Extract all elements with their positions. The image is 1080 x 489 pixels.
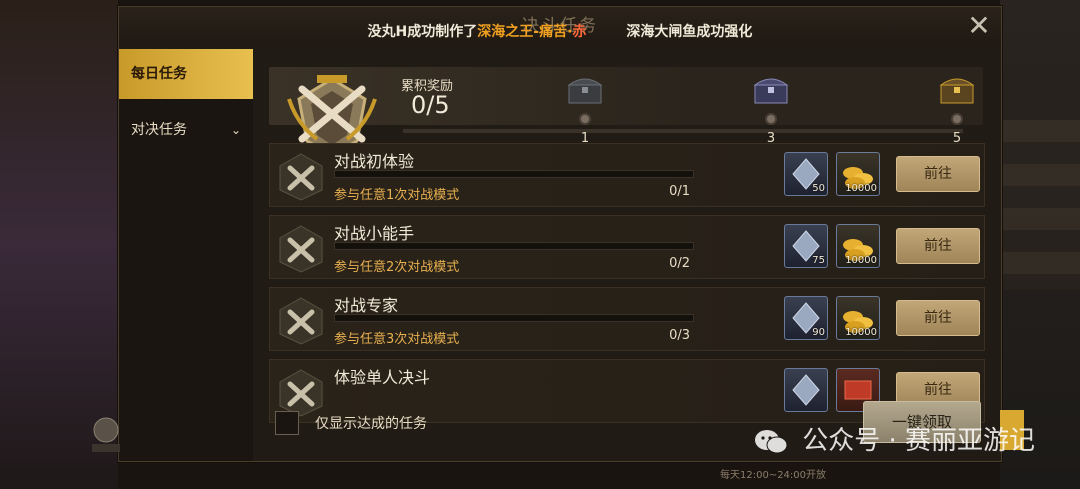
wechat-icon	[755, 429, 788, 453]
sidebar: 每日任务 对决任务 ⌄	[119, 49, 253, 461]
tab-daily-tasks[interactable]: 每日任务	[119, 49, 253, 99]
character-avatar-icon	[92, 417, 120, 452]
close-button[interactable]: ✕	[963, 11, 995, 43]
go-button[interactable]: 前往	[896, 300, 980, 336]
chest-gold-icon	[939, 78, 975, 104]
task-progress: 0/2	[669, 256, 690, 271]
tab-duel-tasks[interactable]: 对决任务 ⌄	[119, 105, 253, 155]
gold-coins-icon[interactable]: 10000	[836, 296, 880, 340]
notice-suffix: 赤	[572, 24, 587, 40]
cumulative-reward-strip: 累积奖励 0/5 1 3 5	[269, 67, 983, 157]
chest-purple-icon	[753, 78, 789, 104]
milestone-1[interactable]: 1	[555, 73, 615, 146]
reward-progress-track	[403, 129, 963, 133]
crystal-icon[interactable]: 50	[784, 152, 828, 196]
reward-quantity: 10000	[845, 327, 877, 338]
task-description: 参与任意2次对战模式	[334, 260, 460, 275]
tab-label: 每日任务	[131, 66, 187, 82]
task-progress: 0/3	[669, 328, 690, 343]
reward-quantity: 75	[812, 255, 825, 266]
task-content: 累积奖励 0/5 1 3 5 对战初体验 参与任意1次对战模式 0/1 50 1…	[259, 49, 995, 453]
milestone-dot	[765, 113, 777, 125]
duel-task-modal: 决斗任务 没丸H成功制作了深海之王-痛苦·赤 深海大闸鱼成功强化 ✕ 每日任务 对…	[118, 6, 1002, 462]
watermark: 公众号 · 赛丽亚游记	[754, 420, 1035, 460]
go-button[interactable]: 前往	[896, 156, 980, 192]
task-progress-bar	[334, 170, 694, 178]
task-row: 对战初体验 参与任意1次对战模式 0/1 50 10000 前往	[269, 143, 985, 207]
show-completed-label: 仅显示达成的任务	[315, 416, 427, 432]
chevron-down-icon: ⌄	[230, 123, 241, 137]
modal-header: 决斗任务 没丸H成功制作了深海之王-痛苦·赤 深海大闸鱼成功强化 ✕	[119, 7, 1001, 47]
crystal-icon[interactable]: 75	[784, 224, 828, 268]
show-completed-checkbox[interactable]	[275, 411, 299, 435]
milestone-5[interactable]: 5	[927, 73, 987, 146]
task-list[interactable]: 对战初体验 参与任意1次对战模式 0/1 50 10000 前往 对战小能手 参…	[269, 143, 985, 433]
task-description: 参与任意1次对战模式	[334, 188, 460, 203]
tab-label: 对决任务	[131, 122, 187, 138]
milestone-3[interactable]: 3	[741, 73, 801, 146]
task-description: 参与任意3次对战模式	[334, 332, 460, 347]
task-progress-bar	[334, 314, 694, 322]
task-progress: 0/1	[669, 184, 690, 199]
crystal-icon[interactable]: 90	[784, 296, 828, 340]
milestone-dot	[579, 113, 591, 125]
task-row: 对战专家 参与任意3次对战模式 0/3 90 10000 前往	[269, 287, 985, 351]
notice-second: 深海大闸鱼成功强化	[626, 24, 753, 40]
watermark-text: 公众号 · 赛丽亚游记	[802, 426, 1036, 456]
duel-task-icon	[279, 297, 323, 345]
task-name: 体验单人决斗	[334, 368, 431, 387]
duel-task-icon	[279, 225, 323, 273]
task-name: 对战专家	[334, 296, 399, 315]
chest-dark-icon	[567, 78, 603, 104]
task-row: 对战小能手 参与任意2次对战模式 0/2 75 10000 前往	[269, 215, 985, 279]
go-button[interactable]: 前往	[896, 228, 980, 264]
task-name: 对战小能手	[334, 224, 415, 243]
task-name: 对战初体验	[334, 152, 415, 171]
footer-note: 每天12:00~24:00开放	[720, 470, 827, 481]
reward-quantity: 50	[812, 183, 825, 194]
reward-quantity: 10000	[845, 255, 877, 266]
broadcast-notice: 没丸H成功制作了深海之王-痛苦·赤 深海大闸鱼成功强化	[119, 21, 1001, 41]
cumulative-reward-count: 0/5	[411, 91, 450, 119]
gold-coins-icon[interactable]: 10000	[836, 224, 880, 268]
background-right-panel	[1000, 120, 1080, 290]
duel-task-icon	[279, 153, 323, 201]
notice-prefix: 没丸H成功制作了	[367, 24, 478, 40]
milestone-dot	[951, 113, 963, 125]
task-progress-bar	[334, 242, 694, 250]
gold-coins-icon[interactable]: 10000	[836, 152, 880, 196]
reward-quantity: 90	[812, 327, 825, 338]
notice-item: 深海之王-痛苦·	[477, 24, 573, 40]
reward-quantity: 10000	[845, 183, 877, 194]
